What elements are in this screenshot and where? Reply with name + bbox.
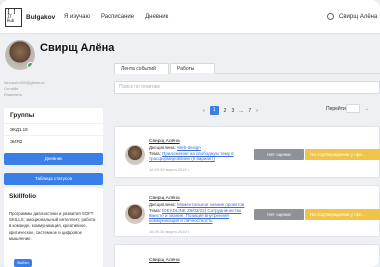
work-entry: Свирщ Алёна bbox=[114, 244, 380, 267]
pagination-ellipsis: ... bbox=[239, 107, 244, 114]
diary-button[interactable]: Дневник bbox=[4, 153, 103, 165]
entry-date: 16.09.30 марта 2022 г. bbox=[149, 229, 191, 234]
pagination-page[interactable]: 3 bbox=[231, 108, 234, 114]
pagination-page[interactable]: 2 bbox=[224, 108, 227, 114]
grade-badge: Нет оценки bbox=[254, 149, 304, 160]
discipline-link[interactable]: Моментальное знание проектов bbox=[177, 202, 244, 207]
status-table-button[interactable]: Таблица статусов bbox=[4, 173, 103, 185]
work-entry: Свирщ Алёна Дисциплина: Моментальное зна… bbox=[114, 185, 380, 237]
login-button[interactable]: Войти bbox=[14, 259, 32, 267]
skillfolio-description: Программы диагностики и развития SOFT SK… bbox=[9, 211, 96, 241]
content-tabs: Лента событий Работы bbox=[114, 63, 380, 74]
brand-name: Bulgakov bbox=[26, 14, 56, 21]
groups-card: Группы ЭКД1.19 ЭИЯ2 bbox=[4, 108, 103, 153]
pagination: ‹ 1 2 3 ... 7 › bbox=[203, 106, 258, 115]
tab-feed[interactable]: Лента событий bbox=[114, 63, 169, 74]
online-status-dot bbox=[27, 62, 34, 69]
top-header: [ ] IT Hub Bulgakov Я изучаю Расписание … bbox=[0, 0, 380, 34]
topic-link[interactable]: Приложение на свободную тему в трасформи… bbox=[149, 151, 234, 161]
skillfolio-card: Skillfolio Программы диагностики и разви… bbox=[4, 188, 103, 267]
group-item[interactable]: ЭКД1.19 bbox=[4, 123, 103, 135]
entry-author[interactable]: Свирщ Алёна bbox=[149, 258, 180, 263]
work-entry: Свирщ Алёна Дисциплина: Web-design Тема:… bbox=[114, 126, 380, 178]
pagination-prev[interactable]: ‹ bbox=[203, 108, 205, 114]
avatar bbox=[125, 204, 145, 224]
main-nav: Я изучаю Расписание Дневник bbox=[64, 14, 168, 20]
entry-topic: Тема: Приложение на свободную тему в тра… bbox=[149, 151, 254, 161]
entry-discipline: Дисциплина: Моментальное знание проектов bbox=[149, 202, 254, 207]
pagination-next[interactable]: › bbox=[256, 108, 258, 114]
status-badge: На подтверждении у пре... bbox=[305, 209, 380, 220]
discipline-label: Дисциплина: bbox=[149, 145, 176, 150]
entry-author[interactable]: Свирщ Алёна bbox=[149, 196, 180, 201]
entry-discipline: Дисциплина: Web-design bbox=[149, 145, 254, 150]
profile-info: Idunauto420@gitlab.ru Онлайн Изменить bbox=[4, 80, 45, 98]
topic-link[interactable]: IDEADLINE 28/03/22) Сотрудничество вмест… bbox=[149, 208, 241, 223]
avatar bbox=[125, 145, 145, 165]
entry-date: 16.09.30 марта 2022 г. bbox=[149, 167, 191, 172]
theme-toggle-icon[interactable] bbox=[327, 13, 334, 20]
profile-avatar bbox=[5, 40, 35, 70]
pagination-page[interactable]: 7 bbox=[248, 108, 251, 114]
header-user-name[interactable]: Свирщ Алёна bbox=[339, 14, 377, 20]
entry-topic: Тема: IDEADLINE 28/03/22) Сотрудничество… bbox=[149, 208, 254, 223]
skillfolio-title: Skillfolio bbox=[9, 193, 37, 200]
goto-label: Перейти bbox=[326, 106, 346, 112]
profile-edit-link[interactable]: Изменить bbox=[4, 92, 45, 98]
discipline-label: Дисциплина: bbox=[149, 202, 176, 207]
grade-badge: Нет оценки bbox=[254, 209, 304, 220]
page: [ ] IT Hub Bulgakov Я изучаю Расписание … bbox=[0, 0, 380, 267]
nav-item-schedule[interactable]: Расписание bbox=[101, 14, 134, 20]
status-badge: На подтверждении у пре... bbox=[305, 149, 380, 160]
profile-name: Свирщ Алёна bbox=[40, 42, 115, 54]
group-item[interactable]: ЭИЯ2 bbox=[4, 135, 103, 147]
logo-text: IT Hub bbox=[7, 13, 15, 23]
goto-arrow-icon[interactable]: → bbox=[364, 106, 369, 112]
search-input[interactable]: Поиск по ответам bbox=[114, 81, 380, 94]
groups-title: Группы bbox=[10, 112, 35, 119]
tab-works[interactable]: Работы bbox=[170, 63, 215, 74]
pagination-page[interactable]: 1 bbox=[209, 106, 219, 115]
nav-item-learning[interactable]: Я изучаю bbox=[64, 14, 90, 20]
discipline-link[interactable]: Web-design bbox=[177, 145, 201, 150]
nav-item-diary[interactable]: Дневник bbox=[145, 14, 168, 20]
logo-icon[interactable]: [ ] IT Hub bbox=[5, 8, 22, 27]
entry-author[interactable]: Свирщ Алёна bbox=[149, 139, 180, 144]
goto-page-input[interactable] bbox=[346, 104, 360, 113]
